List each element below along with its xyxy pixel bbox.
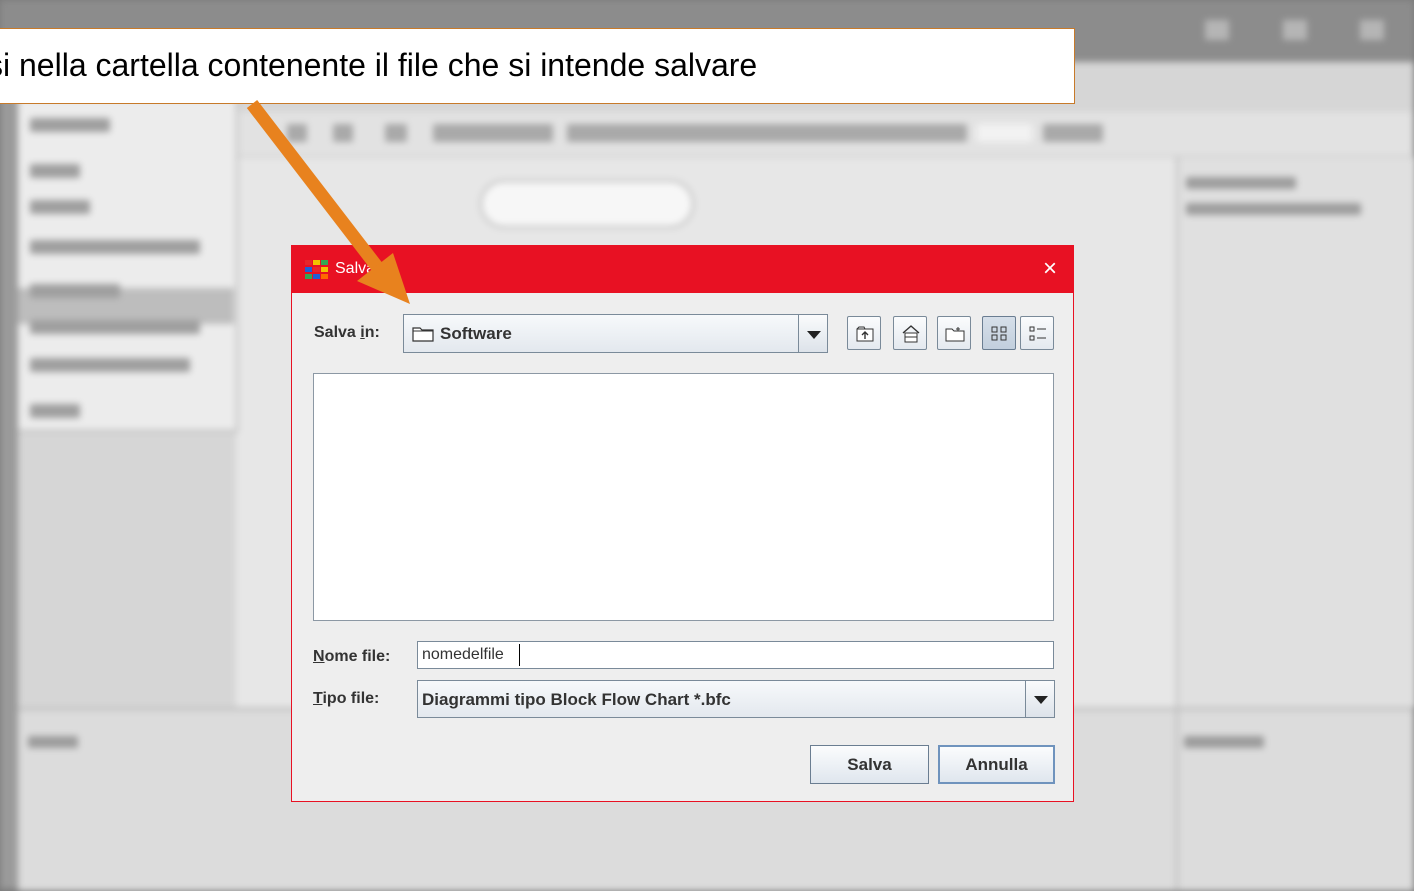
look-in-dropdown[interactable]: Software (403, 314, 828, 353)
chevron-down-icon (807, 331, 821, 339)
look-in-label: Salva in: (314, 324, 380, 341)
app-icon (305, 260, 329, 280)
background-start-node (480, 180, 694, 228)
file-type-label: Tipo file: (313, 690, 380, 707)
file-name-input[interactable] (417, 641, 1054, 669)
cancel-button[interactable]: Annulla (938, 745, 1055, 784)
new-folder-button[interactable] (937, 316, 971, 350)
close-icon[interactable]: × (1027, 246, 1073, 293)
new-folder-icon (945, 327, 965, 342)
background-close-icon (1360, 20, 1384, 40)
home-icon (902, 325, 920, 343)
look-in-dropdown-arrow[interactable] (798, 314, 828, 353)
file-type-value: Diagrammi tipo Block Flow Chart *.bfc (422, 690, 731, 709)
chevron-down-icon (1034, 696, 1048, 704)
dialog-title: Salva (335, 260, 376, 277)
list-view-icon (991, 326, 1007, 341)
file-type-dropdown[interactable]: Diagrammi tipo Block Flow Chart *.bfc (417, 680, 1028, 718)
details-view-button[interactable] (1020, 316, 1054, 350)
file-list[interactable] (313, 373, 1054, 621)
background-right-panel (1176, 157, 1414, 707)
file-type-dropdown-arrow[interactable] (1025, 680, 1055, 718)
background-file-menu (18, 100, 238, 432)
up-one-level-button[interactable] (847, 316, 881, 350)
save-dialog: Salva × Salva in: Software Nome file: no… (291, 245, 1074, 802)
details-view-icon (1029, 326, 1046, 341)
look-in-value: Software (440, 324, 512, 343)
text-cursor (519, 644, 520, 666)
dialog-titlebar: Salva × (292, 246, 1073, 293)
home-button[interactable] (893, 316, 927, 350)
background-maximize-icon (1283, 20, 1307, 40)
list-view-button[interactable] (982, 316, 1016, 350)
folder-icon (412, 327, 434, 342)
instruction-callout: si nella cartella contenente il file che… (0, 28, 1075, 104)
background-frame (0, 62, 18, 889)
file-name-label: Nome file: (313, 648, 391, 665)
background-toolbar (235, 112, 1414, 157)
save-button[interactable]: Salva (810, 745, 929, 784)
up-one-level-icon (856, 326, 874, 342)
background-minimize-icon (1205, 20, 1229, 40)
